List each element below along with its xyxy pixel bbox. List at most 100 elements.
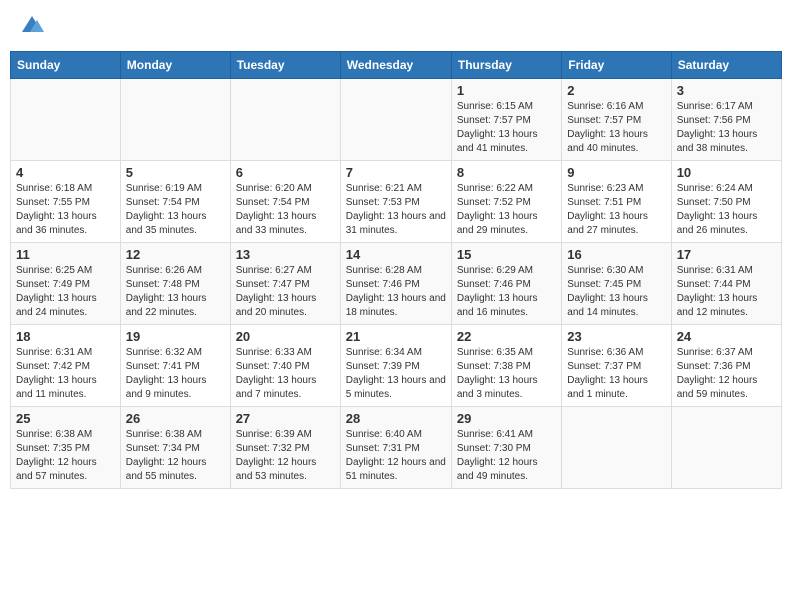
day-number: 2 bbox=[567, 83, 665, 98]
calendar-cell bbox=[340, 78, 451, 160]
day-info: Sunrise: 6:28 AM Sunset: 7:46 PM Dayligh… bbox=[346, 264, 446, 320]
day-number: 13 bbox=[236, 247, 335, 262]
day-info: Sunrise: 6:17 AM Sunset: 7:56 PM Dayligh… bbox=[677, 100, 776, 156]
day-info: Sunrise: 6:24 AM Sunset: 7:50 PM Dayligh… bbox=[677, 182, 776, 238]
day-info: Sunrise: 6:27 AM Sunset: 7:47 PM Dayligh… bbox=[236, 264, 335, 320]
day-header-sunday: Sunday bbox=[11, 51, 121, 78]
day-info: Sunrise: 6:31 AM Sunset: 7:42 PM Dayligh… bbox=[16, 346, 115, 402]
day-number: 17 bbox=[677, 247, 776, 262]
day-info: Sunrise: 6:18 AM Sunset: 7:55 PM Dayligh… bbox=[16, 182, 115, 238]
day-info: Sunrise: 6:38 AM Sunset: 7:35 PM Dayligh… bbox=[16, 428, 115, 484]
logo-icon bbox=[20, 14, 44, 34]
day-number: 5 bbox=[126, 165, 225, 180]
day-info: Sunrise: 6:20 AM Sunset: 7:54 PM Dayligh… bbox=[236, 182, 335, 238]
calendar-cell: 28Sunrise: 6:40 AM Sunset: 7:31 PM Dayli… bbox=[340, 406, 451, 488]
day-info: Sunrise: 6:29 AM Sunset: 7:46 PM Dayligh… bbox=[457, 264, 556, 320]
calendar-cell: 16Sunrise: 6:30 AM Sunset: 7:45 PM Dayli… bbox=[562, 242, 671, 324]
day-info: Sunrise: 6:21 AM Sunset: 7:53 PM Dayligh… bbox=[346, 182, 446, 238]
day-number: 8 bbox=[457, 165, 556, 180]
calendar-cell: 26 Sunrise: 6:38 AM Sunset: 7:34 PM Dayli… bbox=[120, 406, 230, 488]
calendar-cell: 8 Sunrise: 6:22 AM Sunset: 7:52 PM Daylig… bbox=[451, 160, 561, 242]
calendar-cell: 2 Sunrise: 6:16 AM Sunset: 7:57 PM Daylig… bbox=[562, 78, 671, 160]
calendar-cell bbox=[562, 406, 671, 488]
day-info: Sunrise: 6:23 AM Sunset: 7:51 PM Dayligh… bbox=[567, 182, 665, 238]
day-number: 28 bbox=[346, 411, 446, 426]
calendar-table: SundayMondayTuesdayWednesdayThursdayFrid… bbox=[10, 51, 782, 489]
calendar-cell: 22 Sunrise: 6:35 AM Sunset: 7:38 PM Dayli… bbox=[451, 324, 561, 406]
day-number: 4 bbox=[16, 165, 115, 180]
day-info: Sunrise: 6:35 AM Sunset: 7:38 PM Dayligh… bbox=[457, 346, 556, 402]
day-number: 25 bbox=[16, 411, 115, 426]
day-number: 6 bbox=[236, 165, 335, 180]
day-info: Sunrise: 6:36 AM Sunset: 7:37 PM Dayligh… bbox=[567, 346, 665, 402]
day-info: Sunrise: 6:32 AM Sunset: 7:41 PM Dayligh… bbox=[126, 346, 225, 402]
day-number: 24 bbox=[677, 329, 776, 344]
day-info: Sunrise: 6:41 AM Sunset: 7:30 PM Dayligh… bbox=[457, 428, 556, 484]
calendar-cell: 20 Sunrise: 6:33 AM Sunset: 7:40 PM Dayli… bbox=[230, 324, 340, 406]
day-info: Sunrise: 6:38 AM Sunset: 7:34 PM Dayligh… bbox=[126, 428, 225, 484]
week-row-2: 4 Sunrise: 6:18 AM Sunset: 7:55 PM Daylig… bbox=[11, 160, 782, 242]
day-number: 18 bbox=[16, 329, 115, 344]
day-info: Sunrise: 6:37 AM Sunset: 7:36 PM Dayligh… bbox=[677, 346, 776, 402]
day-number: 3 bbox=[677, 83, 776, 98]
week-row-3: 11 Sunrise: 6:25 AM Sunset: 7:49 PM Dayli… bbox=[11, 242, 782, 324]
day-info: Sunrise: 6:31 AM Sunset: 7:44 PM Dayligh… bbox=[677, 264, 776, 320]
day-number: 16 bbox=[567, 247, 665, 262]
calendar-cell: 24 Sunrise: 6:37 AM Sunset: 7:36 PM Dayli… bbox=[671, 324, 781, 406]
calendar-cell bbox=[11, 78, 121, 160]
calendar-cell bbox=[230, 78, 340, 160]
calendar-cell: 9 Sunrise: 6:23 AM Sunset: 7:51 PM Daylig… bbox=[562, 160, 671, 242]
day-info: Sunrise: 6:19 AM Sunset: 7:54 PM Dayligh… bbox=[126, 182, 225, 238]
day-info: Sunrise: 6:26 AM Sunset: 7:48 PM Dayligh… bbox=[126, 264, 225, 320]
logo bbox=[18, 14, 44, 39]
day-number: 20 bbox=[236, 329, 335, 344]
calendar-cell: 29 Sunrise: 6:41 AM Sunset: 7:30 PM Dayli… bbox=[451, 406, 561, 488]
day-number: 12 bbox=[126, 247, 225, 262]
day-number: 15 bbox=[457, 247, 556, 262]
day-number: 7 bbox=[346, 165, 446, 180]
day-number: 21 bbox=[346, 329, 446, 344]
day-number: 9 bbox=[567, 165, 665, 180]
calendar-header-row: SundayMondayTuesdayWednesdayThursdayFrid… bbox=[11, 51, 782, 78]
calendar-cell: 5 Sunrise: 6:19 AM Sunset: 7:54 PM Daylig… bbox=[120, 160, 230, 242]
calendar-cell: 23 Sunrise: 6:36 AM Sunset: 7:37 PM Dayli… bbox=[562, 324, 671, 406]
day-number: 29 bbox=[457, 411, 556, 426]
calendar-cell: 11 Sunrise: 6:25 AM Sunset: 7:49 PM Dayli… bbox=[11, 242, 121, 324]
calendar-cell: 4 Sunrise: 6:18 AM Sunset: 7:55 PM Daylig… bbox=[11, 160, 121, 242]
calendar-cell: 21Sunrise: 6:34 AM Sunset: 7:39 PM Dayli… bbox=[340, 324, 451, 406]
day-number: 27 bbox=[236, 411, 335, 426]
day-number: 11 bbox=[16, 247, 115, 262]
calendar-cell: 15 Sunrise: 6:29 AM Sunset: 7:46 PM Dayli… bbox=[451, 242, 561, 324]
day-header-friday: Friday bbox=[562, 51, 671, 78]
calendar-cell: 6 Sunrise: 6:20 AM Sunset: 7:54 PM Daylig… bbox=[230, 160, 340, 242]
calendar-cell: 27 Sunrise: 6:39 AM Sunset: 7:32 PM Dayli… bbox=[230, 406, 340, 488]
calendar-cell: 7 Sunrise: 6:21 AM Sunset: 7:53 PM Daylig… bbox=[340, 160, 451, 242]
calendar-cell: 17 Sunrise: 6:31 AM Sunset: 7:44 PM Dayli… bbox=[671, 242, 781, 324]
week-row-4: 18 Sunrise: 6:31 AM Sunset: 7:42 PM Dayli… bbox=[11, 324, 782, 406]
day-info: Sunrise: 6:25 AM Sunset: 7:49 PM Dayligh… bbox=[16, 264, 115, 320]
day-number: 14 bbox=[346, 247, 446, 262]
calendar-cell: 18 Sunrise: 6:31 AM Sunset: 7:42 PM Dayli… bbox=[11, 324, 121, 406]
calendar-cell: 3 Sunrise: 6:17 AM Sunset: 7:56 PM Daylig… bbox=[671, 78, 781, 160]
calendar-cell: 14 Sunrise: 6:28 AM Sunset: 7:46 PM Dayli… bbox=[340, 242, 451, 324]
day-info: Sunrise: 6:16 AM Sunset: 7:57 PM Dayligh… bbox=[567, 100, 665, 156]
day-info: Sunrise: 6:39 AM Sunset: 7:32 PM Dayligh… bbox=[236, 428, 335, 484]
week-row-1: 1Sunrise: 6:15 AM Sunset: 7:57 PM Daylig… bbox=[11, 78, 782, 160]
calendar-cell: 25 Sunrise: 6:38 AM Sunset: 7:35 PM Dayli… bbox=[11, 406, 121, 488]
day-header-tuesday: Tuesday bbox=[230, 51, 340, 78]
day-number: 26 bbox=[126, 411, 225, 426]
day-header-wednesday: Wednesday bbox=[340, 51, 451, 78]
day-header-monday: Monday bbox=[120, 51, 230, 78]
calendar-cell bbox=[671, 406, 781, 488]
day-header-saturday: Saturday bbox=[671, 51, 781, 78]
day-number: 23 bbox=[567, 329, 665, 344]
day-number: 10 bbox=[677, 165, 776, 180]
day-info: Sunrise: 6:33 AM Sunset: 7:40 PM Dayligh… bbox=[236, 346, 335, 402]
calendar-cell: 12 Sunrise: 6:26 AM Sunset: 7:48 PM Dayli… bbox=[120, 242, 230, 324]
day-number: 19 bbox=[126, 329, 225, 344]
week-row-5: 25 Sunrise: 6:38 AM Sunset: 7:35 PM Dayli… bbox=[11, 406, 782, 488]
day-info: Sunrise: 6:22 AM Sunset: 7:52 PM Dayligh… bbox=[457, 182, 556, 238]
day-number: 22 bbox=[457, 329, 556, 344]
calendar-cell bbox=[120, 78, 230, 160]
day-header-thursday: Thursday bbox=[451, 51, 561, 78]
